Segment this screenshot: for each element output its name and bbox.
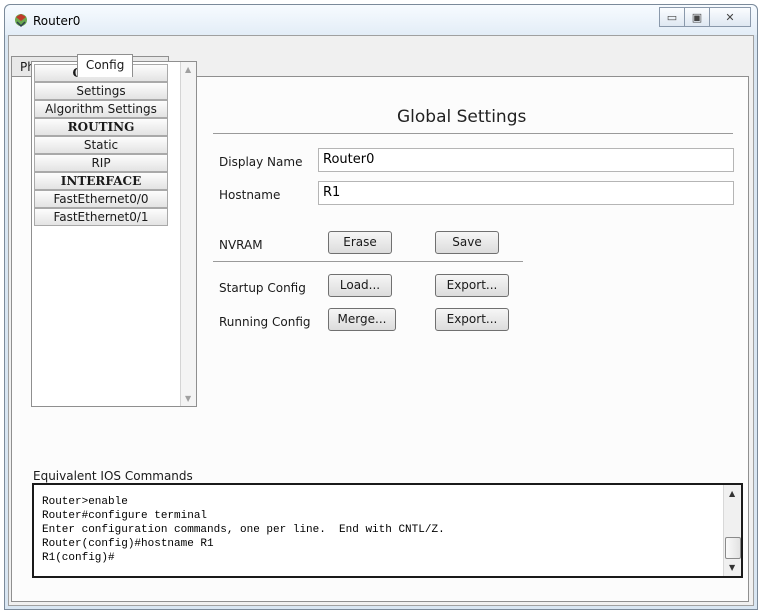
save-button[interactable]: Save [435,231,499,254]
router-app-icon [15,14,27,28]
scroll-down-icon[interactable]: ▼ [729,563,735,572]
nav-header-routing: ROUTING [34,118,168,136]
nav-item-static[interactable]: Static [34,136,168,154]
console-line: Enter configuration commands, one per li… [42,524,445,536]
config-nav-list: GLOBAL Settings Algorithm Settings ROUTI… [31,61,197,407]
nvram-label: NVRAM [219,238,263,252]
heading-divider [213,133,733,134]
scroll-up-icon[interactable]: ▲ [185,65,191,74]
hostname-label: Hostname [219,188,281,202]
running-export-button[interactable]: Export... [435,308,509,331]
nav-item-fastethernet0-1[interactable]: FastEthernet0/1 [34,208,168,226]
nav-scrollbar[interactable]: ▲ ▼ [180,62,196,406]
nav-item-fastethernet0-0[interactable]: FastEthernet0/0 [34,190,168,208]
close-icon: ✕ [725,10,735,24]
scroll-up-icon[interactable]: ▲ [729,489,735,498]
global-settings-heading: Global Settings [397,107,527,127]
minimize-button[interactable]: ▭ [659,7,685,27]
ios-commands-console[interactable]: Router>enable Router#configure terminal En… [32,483,743,578]
merge-button[interactable]: Merge... [328,308,396,331]
router-window: Router0 ▭ ▣ ✕ Physical Config CLI GLOBAL… [4,4,758,610]
erase-button[interactable]: Erase [328,231,392,254]
running-config-label: Running Config [219,315,311,329]
ios-commands-text: Router>enable Router#configure terminal En… [42,495,445,565]
startup-export-button[interactable]: Export... [435,274,509,297]
nav-item-algorithm-settings[interactable]: Algorithm Settings [34,100,168,118]
window-title: Router0 [33,14,81,28]
nav-item-settings[interactable]: Settings [34,82,168,100]
hostname-field[interactable]: R1 [318,181,734,205]
console-line: R1(config)# [42,552,115,564]
startup-config-label: Startup Config [219,281,306,295]
console-line: Router#configure terminal [42,510,208,522]
title-bar[interactable]: Router0 ▭ ▣ ✕ [5,5,757,35]
ios-commands-label: Equivalent IOS Commands [33,469,193,483]
console-line: Router>enable [42,496,128,508]
minimize-icon: ▭ [666,10,678,24]
maximize-button[interactable]: ▣ [684,7,710,27]
maximize-icon: ▣ [691,10,703,24]
console-scrollbar[interactable]: ▲ ▼ [723,485,741,576]
scroll-down-icon[interactable]: ▼ [185,394,191,403]
nav-item-rip[interactable]: RIP [34,154,168,172]
load-button[interactable]: Load... [328,274,392,297]
display-name-field[interactable]: Router0 [318,148,734,172]
nvram-divider [213,261,523,262]
console-line: Router(config)#hostname R1 [42,538,214,550]
console-scroll-thumb[interactable] [725,537,741,559]
nav-header-interface: INTERFACE [34,172,168,190]
close-button[interactable]: ✕ [709,7,751,27]
tab-config[interactable]: Config [76,54,134,77]
display-name-label: Display Name [219,155,303,169]
